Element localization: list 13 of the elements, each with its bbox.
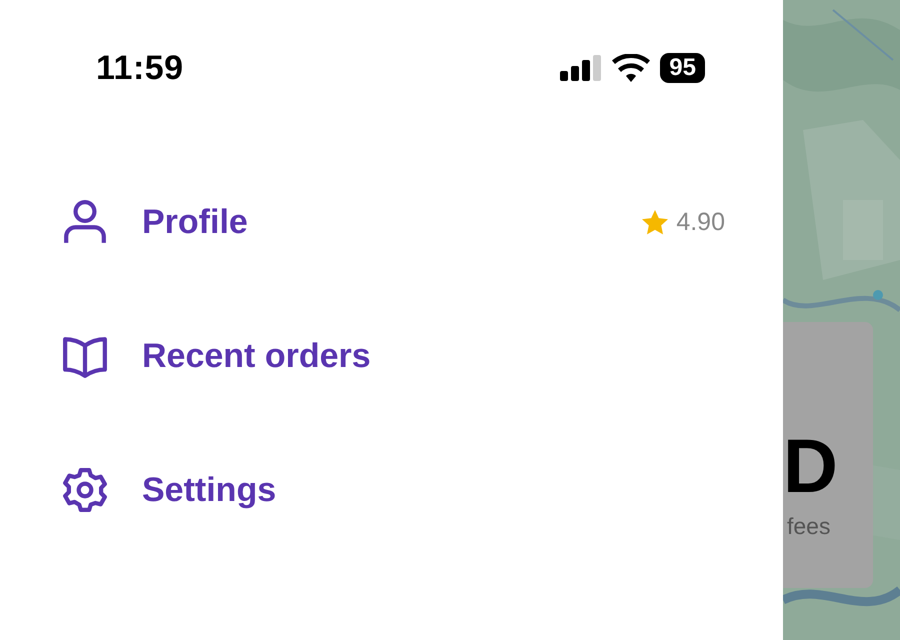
wifi-icon xyxy=(612,54,650,82)
menu-item[interactable]: Profile xyxy=(142,202,608,242)
person-icon xyxy=(62,199,108,245)
status-time: 11:59 xyxy=(96,48,184,88)
menu-item[interactable]: Recent orders xyxy=(142,336,725,376)
star-icon xyxy=(642,210,668,234)
battery-level: 95 xyxy=(660,53,705,83)
signal-icon xyxy=(560,55,602,81)
card-caption: fees xyxy=(787,513,830,540)
settings-icon xyxy=(62,467,108,513)
menu-item[interactable]: Settings xyxy=(142,470,725,510)
card-headline: D xyxy=(783,427,838,507)
rating-value: 4.90 xyxy=(676,208,725,236)
